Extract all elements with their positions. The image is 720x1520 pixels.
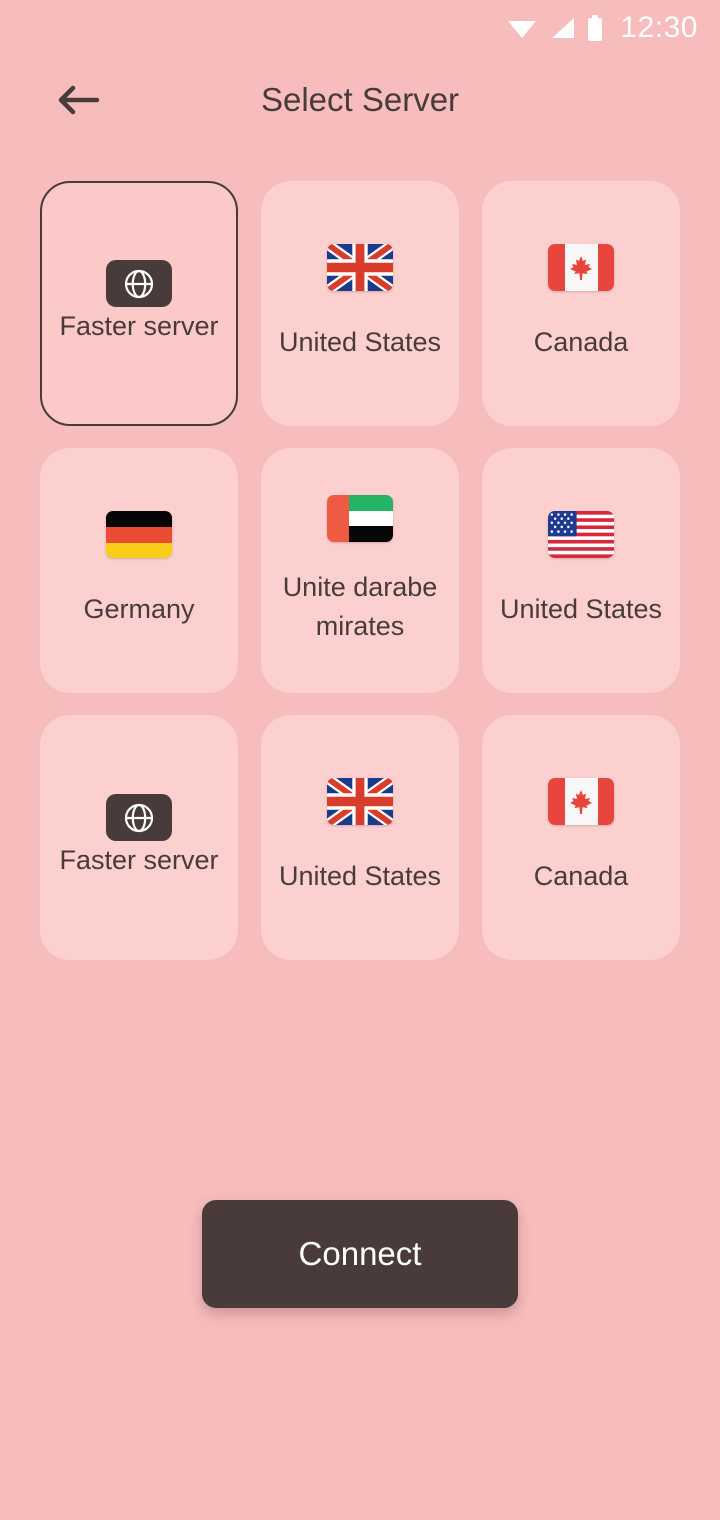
app-bar: Select Server bbox=[0, 56, 720, 144]
server-label: Canada bbox=[533, 861, 629, 892]
server-grid: Faster server United States Canada Germa… bbox=[0, 181, 720, 960]
flag-uae-icon bbox=[327, 494, 393, 542]
server-card-canada-2[interactable]: Canada bbox=[482, 715, 680, 960]
status-bar: 12:30 bbox=[0, 0, 720, 56]
back-arrow-icon bbox=[58, 85, 100, 115]
back-button[interactable] bbox=[46, 68, 110, 132]
server-card-faster-server[interactable]: Faster server bbox=[40, 181, 238, 426]
server-card-united-arab-emirates[interactable]: Unite darabe mirates bbox=[261, 448, 459, 693]
globe-icon bbox=[106, 794, 172, 842]
server-label: United States bbox=[499, 594, 663, 625]
status-icons bbox=[507, 15, 603, 41]
globe-icon bbox=[106, 260, 172, 308]
server-label: United States bbox=[278, 327, 442, 358]
wifi-icon bbox=[508, 21, 537, 38]
server-label: Faster server bbox=[59, 311, 219, 342]
flag-germany-icon bbox=[106, 511, 172, 559]
status-time: 12:30 bbox=[620, 11, 698, 44]
server-label: Faster server bbox=[59, 845, 219, 876]
battery-icon bbox=[588, 15, 603, 41]
connect-button[interactable]: Connect bbox=[202, 1200, 518, 1308]
server-label: Unite darabe mirates bbox=[282, 571, 438, 641]
cellular-signal-icon bbox=[552, 18, 575, 38]
server-card-united-states-uk-flag-2[interactable]: United States bbox=[261, 715, 459, 960]
flag-canada-icon bbox=[548, 244, 614, 292]
flag-uk-icon bbox=[327, 778, 393, 826]
server-card-united-states[interactable]: United States bbox=[482, 448, 680, 693]
flag-uk-icon bbox=[327, 244, 393, 292]
flag-usa-icon bbox=[548, 511, 614, 559]
connect-button-container: Connect bbox=[0, 1200, 720, 1308]
flag-canada-icon bbox=[548, 778, 614, 826]
server-card-canada[interactable]: Canada bbox=[482, 181, 680, 426]
server-label: Germany bbox=[83, 594, 195, 625]
server-label: Canada bbox=[533, 327, 629, 358]
server-card-faster-server-2[interactable]: Faster server bbox=[40, 715, 238, 960]
server-card-germany[interactable]: Germany bbox=[40, 448, 238, 693]
server-label: United States bbox=[278, 861, 442, 892]
server-card-united-states-uk-flag[interactable]: United States bbox=[261, 181, 459, 426]
